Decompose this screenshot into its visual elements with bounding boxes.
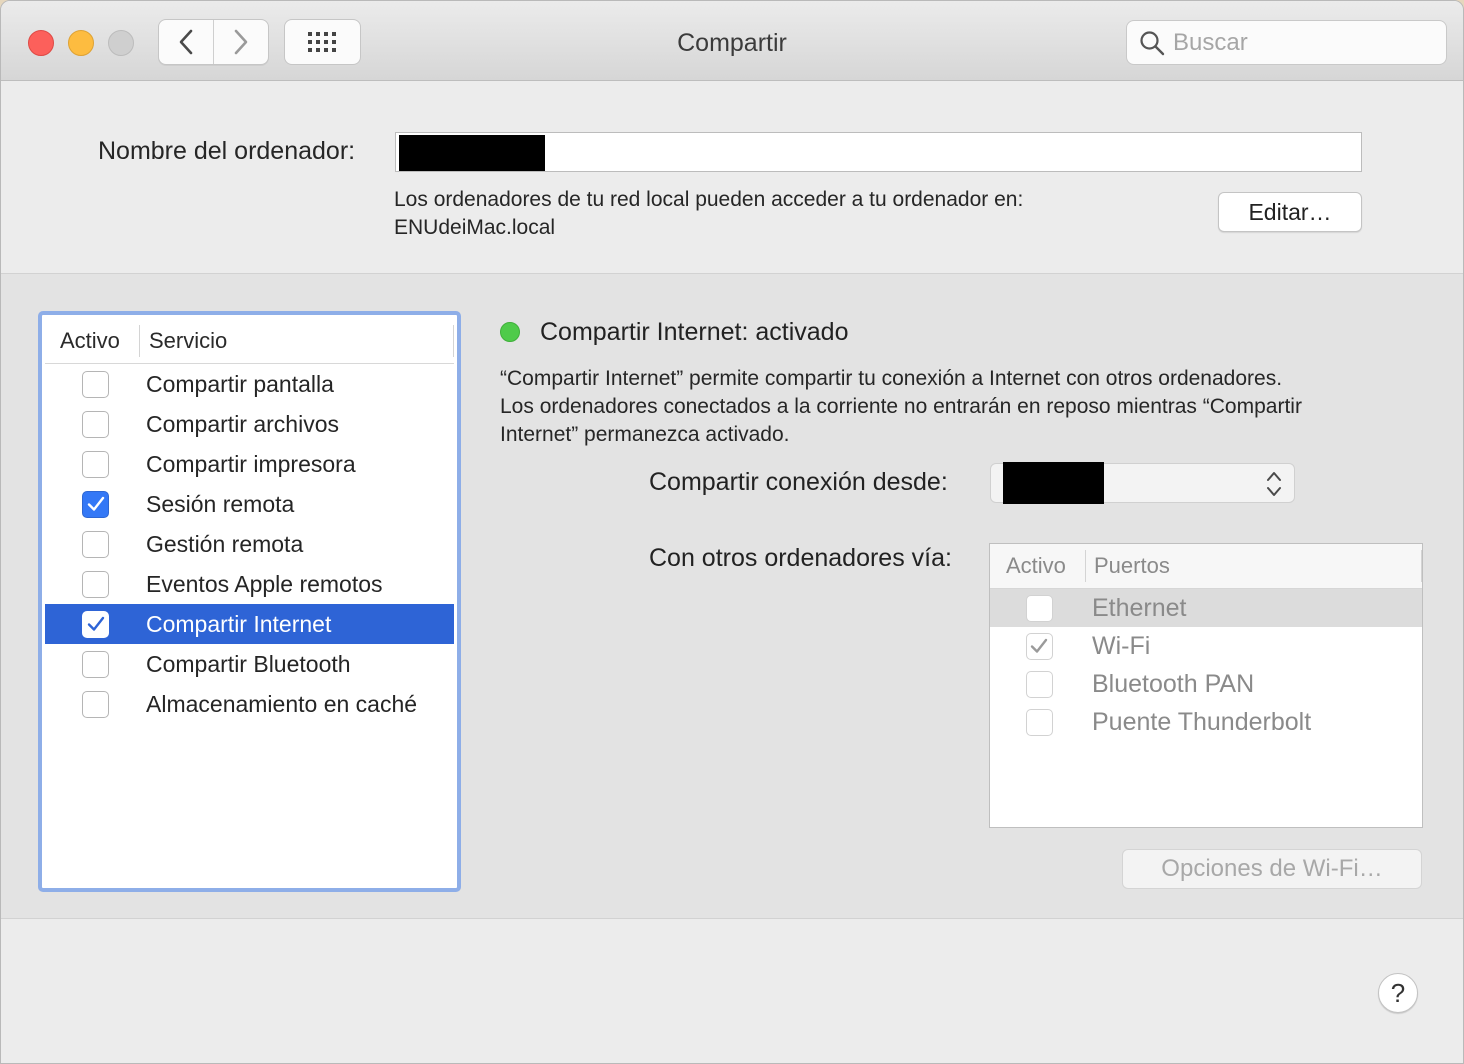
redacted-block [1003,462,1104,504]
ports-list-header: Activo Puertos [990,544,1422,589]
service-checkbox[interactable] [82,650,109,678]
port-checkbox[interactable] [1025,670,1053,698]
service-checkbox[interactable] [82,450,109,478]
services-list-header: Activo Servicio [45,318,454,364]
service-label: Eventos Apple remotos [146,570,383,597]
wifi-options-button[interactable]: Opciones de Wi-Fi… [1122,849,1422,889]
service-label: Almacenamiento en caché [146,690,418,717]
service-label: Compartir Bluetooth [146,650,351,677]
service-row[interactable]: Compartir Bluetooth [45,644,454,684]
service-row[interactable]: Compartir pantalla [45,364,454,404]
column-header-ports[interactable]: Puertos [1086,550,1422,582]
port-label: Wi-Fi [1092,631,1151,660]
status-title: Compartir Internet: activado [540,318,849,346]
service-label: Gestión remota [146,530,304,557]
checkmark-icon [1030,638,1048,653]
ports-rows: Ethernet Wi-Fi Bluetooth PAN Puente Thunder… [990,589,1422,741]
service-label: Compartir impresora [146,450,356,477]
title-bar: Compartir [1,1,1463,81]
port-checkbox[interactable] [1025,632,1053,660]
share-from-label: Compartir conexión desde: [649,468,948,496]
service-checkbox[interactable] [82,410,109,438]
service-checkbox[interactable] [82,370,109,398]
help-button[interactable]: ? [1378,973,1418,1013]
port-checkbox-cell [990,670,1086,698]
service-checkbox[interactable] [82,570,109,598]
port-checkbox-cell [990,708,1086,736]
service-row[interactable]: Almacenamiento en caché [45,684,454,724]
service-row[interactable]: Compartir Internet [45,604,454,644]
system-preferences-window: Compartir Nombre del ordenador: Los orde… [0,0,1464,1064]
service-checkbox-cell [45,570,146,598]
service-checkbox-cell [45,650,146,678]
port-checkbox-cell [990,632,1086,660]
port-row[interactable]: Wi-Fi [990,627,1422,665]
local-access-info: Los ordenadores de tu red local pueden a… [394,186,1023,242]
via-label: Con otros ordenadores vía: [649,544,952,572]
local-address: ENUdeiMac.local [394,216,556,239]
port-label: Ethernet [1092,593,1187,622]
service-checkbox[interactable] [82,690,109,718]
ports-list[interactable]: Activo Puertos Ethernet Wi-Fi Bluetooth PA… [989,543,1423,828]
service-checkbox[interactable] [82,490,109,518]
service-checkbox-cell [45,610,146,638]
status-indicator [500,322,520,342]
service-checkbox[interactable] [82,610,109,638]
redacted-block [399,135,545,171]
column-header-service[interactable]: Servicio [140,324,454,357]
up-down-arrows-icon [1267,472,1281,496]
service-checkbox-cell [45,370,146,398]
port-label: Puente Thunderbolt [1092,707,1312,736]
share-from-popup[interactable] [990,462,1295,504]
port-checkbox-cell [990,594,1086,622]
local-access-text: Los ordenadores de tu red local pueden a… [394,188,1024,211]
service-checkbox-cell [45,410,146,438]
search-field[interactable] [1126,20,1447,65]
service-checkbox-cell [45,530,146,558]
services-list[interactable]: Activo Servicio Compartir pantalla Compar… [38,311,461,892]
service-row[interactable]: Eventos Apple remotos [45,564,454,604]
port-row[interactable]: Puente Thunderbolt [990,703,1422,741]
computer-name-input[interactable] [395,132,1362,172]
service-label: Compartir archivos [146,410,339,437]
service-label: Compartir Internet [146,610,332,637]
service-checkbox[interactable] [82,530,109,558]
port-checkbox[interactable] [1025,594,1053,622]
service-row[interactable]: Sesión remota [45,484,454,524]
service-checkbox-cell [45,490,146,518]
service-row[interactable]: Compartir archivos [45,404,454,444]
search-input[interactable] [1173,28,1433,57]
search-icon [1140,30,1165,55]
port-checkbox[interactable] [1025,708,1053,736]
service-checkbox-cell [45,450,146,478]
service-checkbox-cell [45,690,146,718]
sharing-panel: Activo Servicio Compartir pantalla Compar… [1,273,1463,919]
port-row[interactable]: Bluetooth PAN [990,665,1422,703]
port-row[interactable]: Ethernet [990,589,1422,627]
service-label: Sesión remota [146,490,295,517]
description-line: Los ordenadores conectados a la corrient… [500,395,1302,418]
service-row[interactable]: Compartir impresora [45,444,454,484]
column-header-active[interactable]: Activo [45,324,140,357]
computer-name-label: Nombre del ordenador: [98,137,356,165]
services-rows: Compartir pantalla Compartir archivos Comp… [45,364,454,724]
service-label: Compartir pantalla [146,370,334,397]
edit-button[interactable]: Editar… [1218,192,1362,232]
port-label: Bluetooth PAN [1092,669,1255,698]
checkmark-icon [87,496,104,511]
service-description: “Compartir Internet” permite compartir t… [500,365,1440,449]
description-line: “Compartir Internet” permite compartir t… [500,367,1283,390]
checkmark-icon [87,616,104,631]
column-header-active[interactable]: Activo [990,550,1086,582]
service-row[interactable]: Gestión remota [45,524,454,564]
description-line: Internet” permanezca activado. [500,423,790,446]
